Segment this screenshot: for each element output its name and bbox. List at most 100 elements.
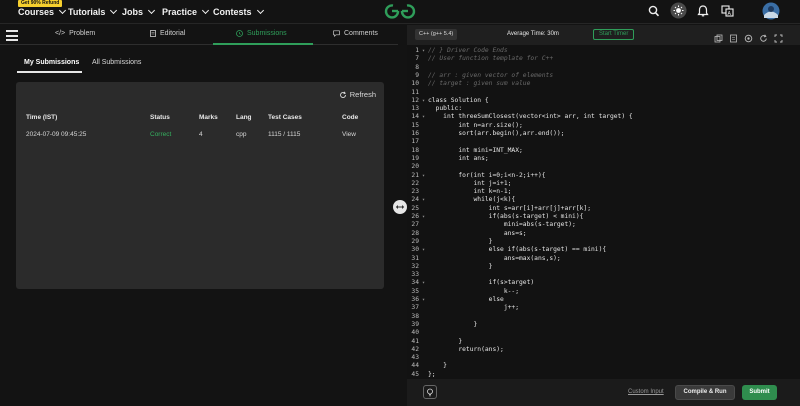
compile-run-button[interactable]: Compile & Run [675, 385, 735, 400]
refresh-icon [339, 91, 346, 98]
code-line: 39 } [407, 321, 800, 329]
translate-icon[interactable]: A [721, 4, 734, 23]
tab-editorial[interactable]: Editorial [150, 30, 185, 37]
nav-practice[interactable]: Practice [162, 6, 210, 17]
editor-panel: C++ (g++ 5.4) Average Time: 30m Start Ti… [407, 25, 800, 406]
line-number: 30 [411, 246, 419, 254]
chevron-down-icon [58, 6, 67, 15]
code-line: 41 } [407, 338, 800, 346]
code-line: 11 [407, 89, 800, 97]
chevron-down-icon [110, 6, 118, 15]
code-line: 19 int ans; [407, 155, 800, 163]
custom-input-link[interactable]: Custom Input [628, 389, 664, 395]
code-text: int mini=INT_MAX; [428, 146, 523, 154]
code-line: 45}; [407, 371, 800, 379]
line-number: 41 [411, 337, 419, 345]
line-number: 11 [411, 88, 419, 96]
nav-jobs-label: Jobs [122, 7, 144, 17]
code-line: 18 int mini=INT_MAX; [407, 147, 800, 155]
fold-arrow-icon[interactable]: ▾ [422, 47, 425, 55]
code-text: while(j<k){ [428, 196, 516, 204]
code-text: class Solution { [428, 96, 489, 104]
tab-problem[interactable]: </> Problem [55, 30, 95, 37]
fold-arrow-icon[interactable]: ▾ [422, 279, 425, 287]
line-number: 21 [411, 171, 419, 179]
code-line: 31 ans=max(ans,s); [407, 255, 800, 263]
fold-arrow-icon[interactable]: ▾ [422, 213, 425, 221]
hint-bulb-icon[interactable] [423, 385, 437, 399]
code-line: 44 } [407, 362, 800, 370]
fold-arrow-icon[interactable]: ▾ [422, 296, 425, 304]
line-number: 43 [411, 354, 419, 362]
search-icon[interactable] [648, 4, 660, 23]
code-text: int j=i+1; [428, 179, 512, 187]
code-comment: // User function template for C++ [428, 55, 554, 63]
svg-text:A: A [728, 11, 732, 17]
nav-courses-label: Courses [18, 7, 55, 17]
tab-all-submissions[interactable]: All Submissions [92, 59, 141, 66]
submit-button[interactable]: Submit [742, 385, 777, 400]
start-timer-button[interactable]: Start Timer [593, 29, 635, 40]
language-select[interactable]: C++ (g++ 5.4) [415, 29, 458, 40]
pane-resize-handle[interactable] [393, 200, 407, 214]
code-text: public: [428, 105, 463, 113]
code-text: } [428, 362, 447, 370]
refund-promo-badge[interactable]: Get 90% Refund [18, 0, 63, 7]
fold-arrow-icon[interactable]: ▾ [422, 246, 425, 254]
nav-practice-label: Practice [162, 7, 198, 17]
code-text: ans=s; [428, 229, 527, 237]
line-number: 33 [411, 271, 419, 279]
nav-jobs[interactable]: Jobs [122, 6, 156, 17]
line-number: 16 [411, 130, 419, 137]
drag-arrows-icon [395, 205, 405, 209]
code-editor[interactable]: 1 ▾// } Driver Code Ends 7// User function… [407, 45, 800, 379]
fold-arrow-icon[interactable]: ▾ [422, 196, 425, 204]
code-line: 8 [407, 64, 800, 72]
code-text: mini=abs(s-target); [428, 221, 576, 229]
chevron-down-icon [256, 6, 264, 15]
line-number: 37 [411, 304, 419, 312]
fold-arrow-icon[interactable]: ▾ [422, 172, 425, 180]
line-number: 7 [415, 55, 419, 63]
code-line: 25 int s=arr[i]+arr[j]+arr[k]; [407, 205, 800, 213]
row-marks: 4 [199, 131, 203, 138]
line-number: 14 [411, 113, 419, 121]
nav-courses[interactable]: Courses [18, 6, 67, 17]
bell-icon[interactable] [697, 4, 709, 23]
nav-tutorials-label: Tutorials [68, 7, 106, 17]
code-line: 35 k--; [407, 288, 800, 296]
tab-comments-label: Comments [344, 30, 378, 37]
fold-arrow-icon[interactable]: ▾ [422, 113, 425, 121]
code-icon: </> [55, 30, 66, 37]
language-select-value: C++ (g++ 5.4) [419, 31, 454, 37]
code-text: int n=arr.size(); [428, 121, 523, 129]
line-number: 8 [415, 63, 419, 71]
tab-comments[interactable]: Comments [333, 30, 378, 37]
line-number: 23 [411, 188, 419, 196]
nav-tutorials[interactable]: Tutorials [68, 6, 118, 17]
avatar[interactable] [762, 2, 780, 25]
code-text: for(int i=0;i<n-2;i++){ [428, 171, 546, 179]
nav-contests[interactable]: Contests [213, 6, 264, 17]
line-number: 27 [411, 221, 419, 229]
line-number: 42 [411, 345, 419, 353]
code-line: 26 ▾ if(abs(s-target) < mini){ [407, 213, 800, 221]
line-number: 40 [411, 329, 419, 337]
menu-icon[interactable] [6, 30, 18, 44]
tab-my-submissions[interactable]: My Submissions [24, 59, 79, 66]
tab-submissions[interactable]: Submissions [236, 30, 287, 37]
line-number: 36 [411, 296, 419, 303]
theme-toggle-icon[interactable] [670, 2, 687, 24]
code-text: int ans; [428, 154, 489, 162]
code-text: } [428, 320, 478, 328]
line-number: 22 [411, 179, 419, 187]
line-number: 39 [411, 320, 419, 328]
view-code-link[interactable]: View [342, 131, 356, 138]
refresh-button[interactable]: Refresh [339, 90, 376, 99]
line-number: 26 [411, 213, 419, 220]
fold-arrow-icon[interactable]: ▾ [422, 97, 425, 105]
gfg-logo-icon[interactable] [382, 3, 418, 24]
top-navbar: Get 90% Refund Courses Tutorials Jobs Pr… [0, 0, 800, 24]
code-line: 17 [407, 138, 800, 146]
line-number: 18 [411, 146, 419, 154]
